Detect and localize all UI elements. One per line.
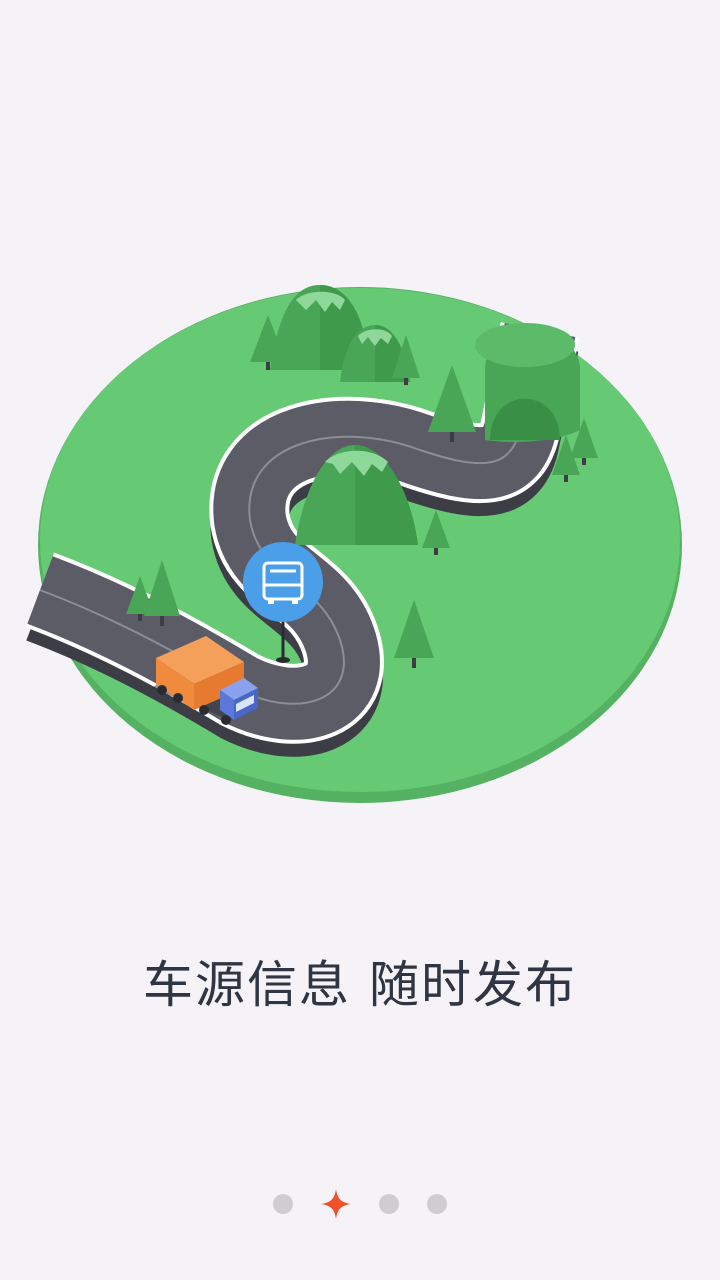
page-dot-3[interactable] bbox=[379, 1194, 399, 1214]
page-dot-4[interactable] bbox=[427, 1194, 447, 1214]
page-dot-1[interactable] bbox=[273, 1194, 293, 1214]
page-indicator bbox=[0, 1188, 720, 1220]
page-dot-active-star-icon[interactable] bbox=[321, 1189, 351, 1219]
road-trip-illustration bbox=[25, 285, 682, 803]
onboarding-screen: 车源信息 随时发布 bbox=[0, 0, 720, 1280]
onboarding-headline: 车源信息 随时发布 bbox=[143, 956, 577, 1014]
tunnel bbox=[475, 323, 580, 442]
